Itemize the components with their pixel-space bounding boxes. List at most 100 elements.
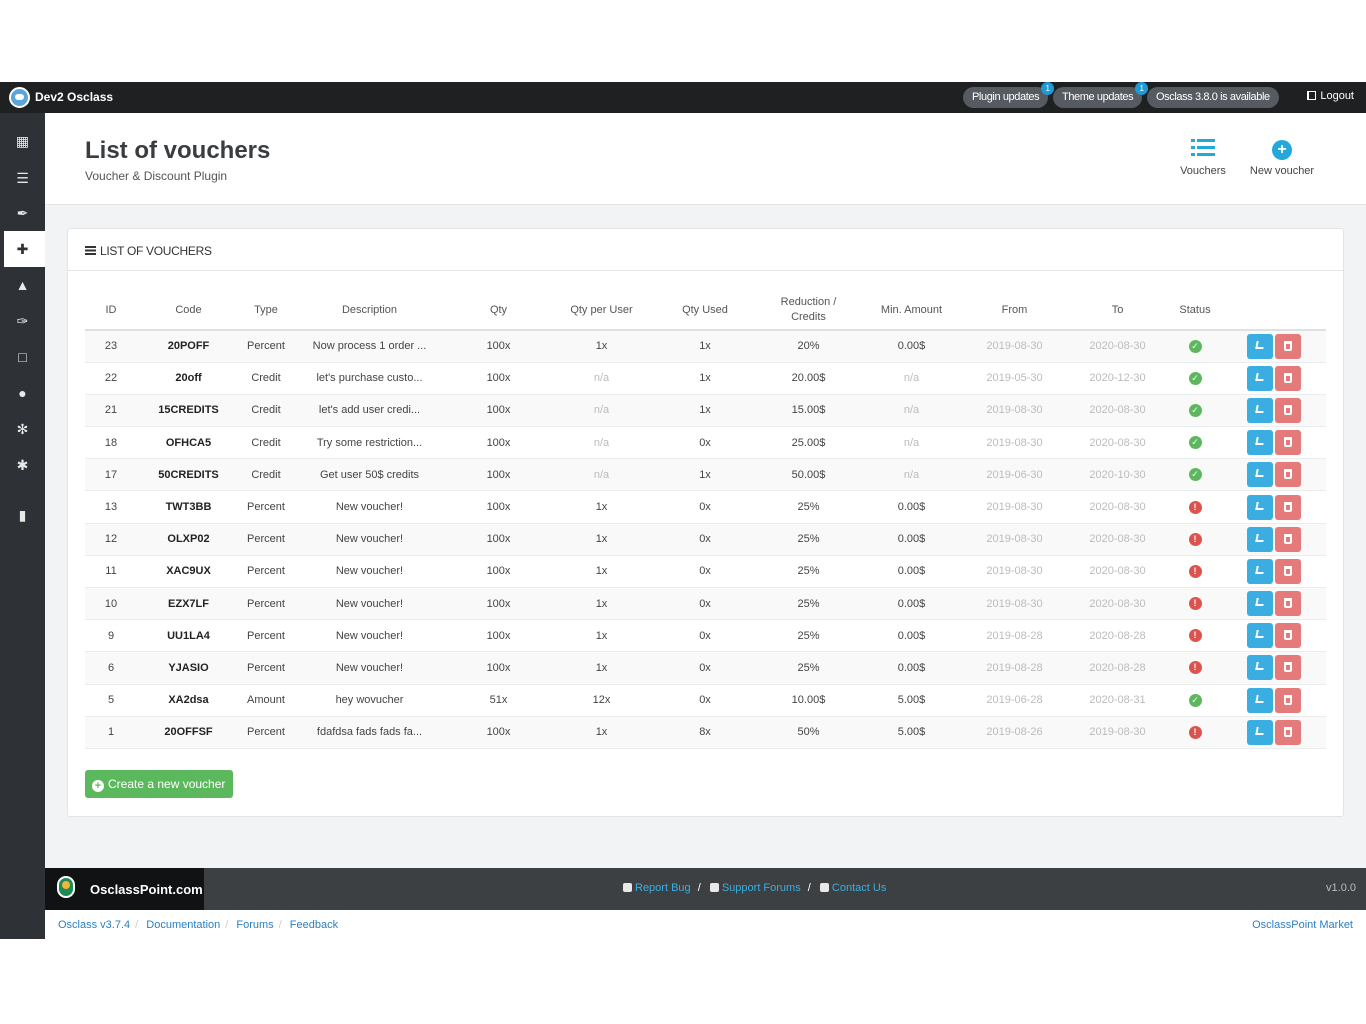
table-row: 11 XAC9UX Percent New voucher! 100x 1x 0x 25% 0.… [85,555,1326,589]
osclasspoint-market-link[interactable]: OsclassPoint Market [1252,919,1353,931]
delete-voucher-button[interactable] [1274,623,1301,649]
contact-us-link[interactable]: Contact Us [832,882,886,894]
column-header: From [963,291,1066,331]
sidebar-item-appearance[interactable]: ✒ [0,195,45,231]
delete-voucher-button[interactable] [1274,397,1301,423]
edit-voucher-button[interactable] [1246,397,1273,423]
sidebar-item-plugins[interactable]: ✚ [0,231,45,267]
sidebar-item-settings-advanced[interactable]: ✻ [0,411,45,447]
edit-voucher-button[interactable] [1246,333,1273,359]
sidebar-item-listings[interactable]: ☰ [0,160,45,196]
site-name[interactable]: Dev2 Osclass [35,90,113,104]
plugin-updates-button[interactable]: Plugin updates 1 [963,82,1055,108]
voucher-description: New voucher! [292,587,447,621]
edit-voucher-button[interactable] [1246,623,1273,649]
support-icon [709,883,719,892]
documentation-link[interactable]: Documentation [146,919,220,931]
delete-voucher-button[interactable] [1274,719,1301,745]
voucher-qty-per-user: n/a [550,394,653,428]
sidebar-item-market[interactable]: ▮ [0,497,45,533]
voucher-min-amount: 5.00$ [860,684,963,717]
sidebar-item-tools[interactable]: ✑ [0,303,45,339]
delete-voucher-button[interactable] [1274,558,1301,584]
delete-voucher-button[interactable] [1274,591,1301,617]
site-logo-icon[interactable] [9,87,30,108]
check-circle-icon: ✓ [1188,339,1202,353]
trash-icon [1283,469,1292,480]
edit-voucher-button[interactable] [1246,687,1273,713]
voucher-id: 5 [85,684,137,717]
osclass-update-button[interactable]: Osclass 3.8.0 is available [1147,87,1279,108]
voucher-to-date: 2020-08-30 [1066,330,1169,363]
forums-link[interactable]: Forums [236,919,273,931]
delete-voucher-button[interactable] [1274,494,1301,520]
voucher-reduction: 25% [757,619,860,653]
column-header: Qty [447,291,550,331]
osclass-version-link[interactable]: Osclass v3.7.4 [58,919,130,931]
sidebar-item-stats[interactable]: ▲ [0,267,45,303]
column-header: Description [292,291,447,331]
edit-voucher-button[interactable] [1246,558,1273,584]
feedback-link[interactable]: Feedback [290,919,338,931]
delete-voucher-button[interactable] [1274,462,1301,488]
edit-voucher-button[interactable] [1246,462,1273,488]
sidebar-item-pages[interactable]: □ [0,339,45,375]
edit-voucher-button[interactable] [1246,655,1273,681]
voucher-from-date: 2019-08-30 [963,587,1066,621]
sidebar-item-users[interactable]: ● [0,375,45,411]
voucher-min-amount: 0.00$ [860,619,963,653]
edit-voucher-button[interactable] [1246,526,1273,552]
table-row: 9 UU1LA4 Percent New voucher! 100x 1x 0x 25% 0.0… [85,619,1326,653]
voucher-reduction: 10.00$ [757,684,860,717]
voucher-qty-used: 0x [653,490,757,524]
plugin-updates-label: Plugin updates [972,91,1040,103]
voucher-min-amount: 0.00$ [860,523,963,556]
table-row: 18 OFHCA5 Credit Try some restriction... 100… [85,426,1326,460]
voucher-code: 50CREDITS [137,458,240,492]
pencil-icon [1254,404,1265,413]
delete-voucher-button[interactable] [1274,430,1301,456]
chart-icon: ▲ [15,277,30,293]
report-bug-link[interactable]: Report Bug [635,882,691,894]
voucher-description: Now process 1 order ... [292,330,447,363]
plugin-version: v1.0.0 [1326,882,1356,894]
delete-voucher-button[interactable] [1274,687,1301,713]
delete-voucher-button[interactable] [1274,526,1301,552]
voucher-id: 12 [85,523,137,556]
delete-voucher-button[interactable] [1274,333,1301,359]
voucher-id: 9 [85,619,137,653]
voucher-description: Try some restriction... [292,426,447,460]
voucher-code: 20off [137,362,240,395]
edit-voucher-button[interactable] [1246,719,1273,745]
voucher-type: Amount [240,684,292,717]
logout-link[interactable]: Logout [1307,90,1354,102]
edit-voucher-button[interactable] [1246,494,1273,520]
voucher-from-date: 2019-08-30 [963,523,1066,556]
edit-voucher-button[interactable] [1246,591,1273,617]
voucher-type: Percent [240,330,292,363]
voucher-qty-per-user: 1x [550,523,653,556]
plugin-updates-badge: 1 [1041,82,1055,95]
delete-voucher-button[interactable] [1274,655,1301,681]
voucher-from-date: 2019-08-28 [963,619,1066,653]
delete-voucher-button[interactable] [1274,365,1301,391]
create-voucher-button[interactable]: + Create a new voucher [85,770,234,798]
footer-links: Report Bug / Support Forums / Contact Us [623,882,886,894]
brand-box[interactable]: OsclassPoint.com [45,868,204,910]
vouchers-action-button[interactable]: Vouchers [1163,137,1243,177]
page-icon: □ [18,349,27,365]
plus-circle-icon: + [1242,137,1322,160]
voucher-qty: 100x [447,426,550,460]
edit-voucher-button[interactable] [1246,365,1273,391]
trash-icon [1283,662,1292,673]
new-voucher-action-button[interactable]: + New voucher [1242,137,1322,177]
exclamation-circle-icon: ! [1188,629,1202,643]
voucher-actions [1221,619,1326,653]
sidebar-item-dashboard[interactable]: ▦ [0,123,45,159]
support-forums-link[interactable]: Support Forums [722,882,801,894]
pencil-icon [1254,598,1265,607]
sidebar-item-settings[interactable]: ✱ [0,447,45,483]
edit-voucher-button[interactable] [1246,430,1273,456]
theme-updates-button[interactable]: Theme updates 1 [1053,82,1149,108]
voucher-qty-used: 0x [653,684,757,717]
